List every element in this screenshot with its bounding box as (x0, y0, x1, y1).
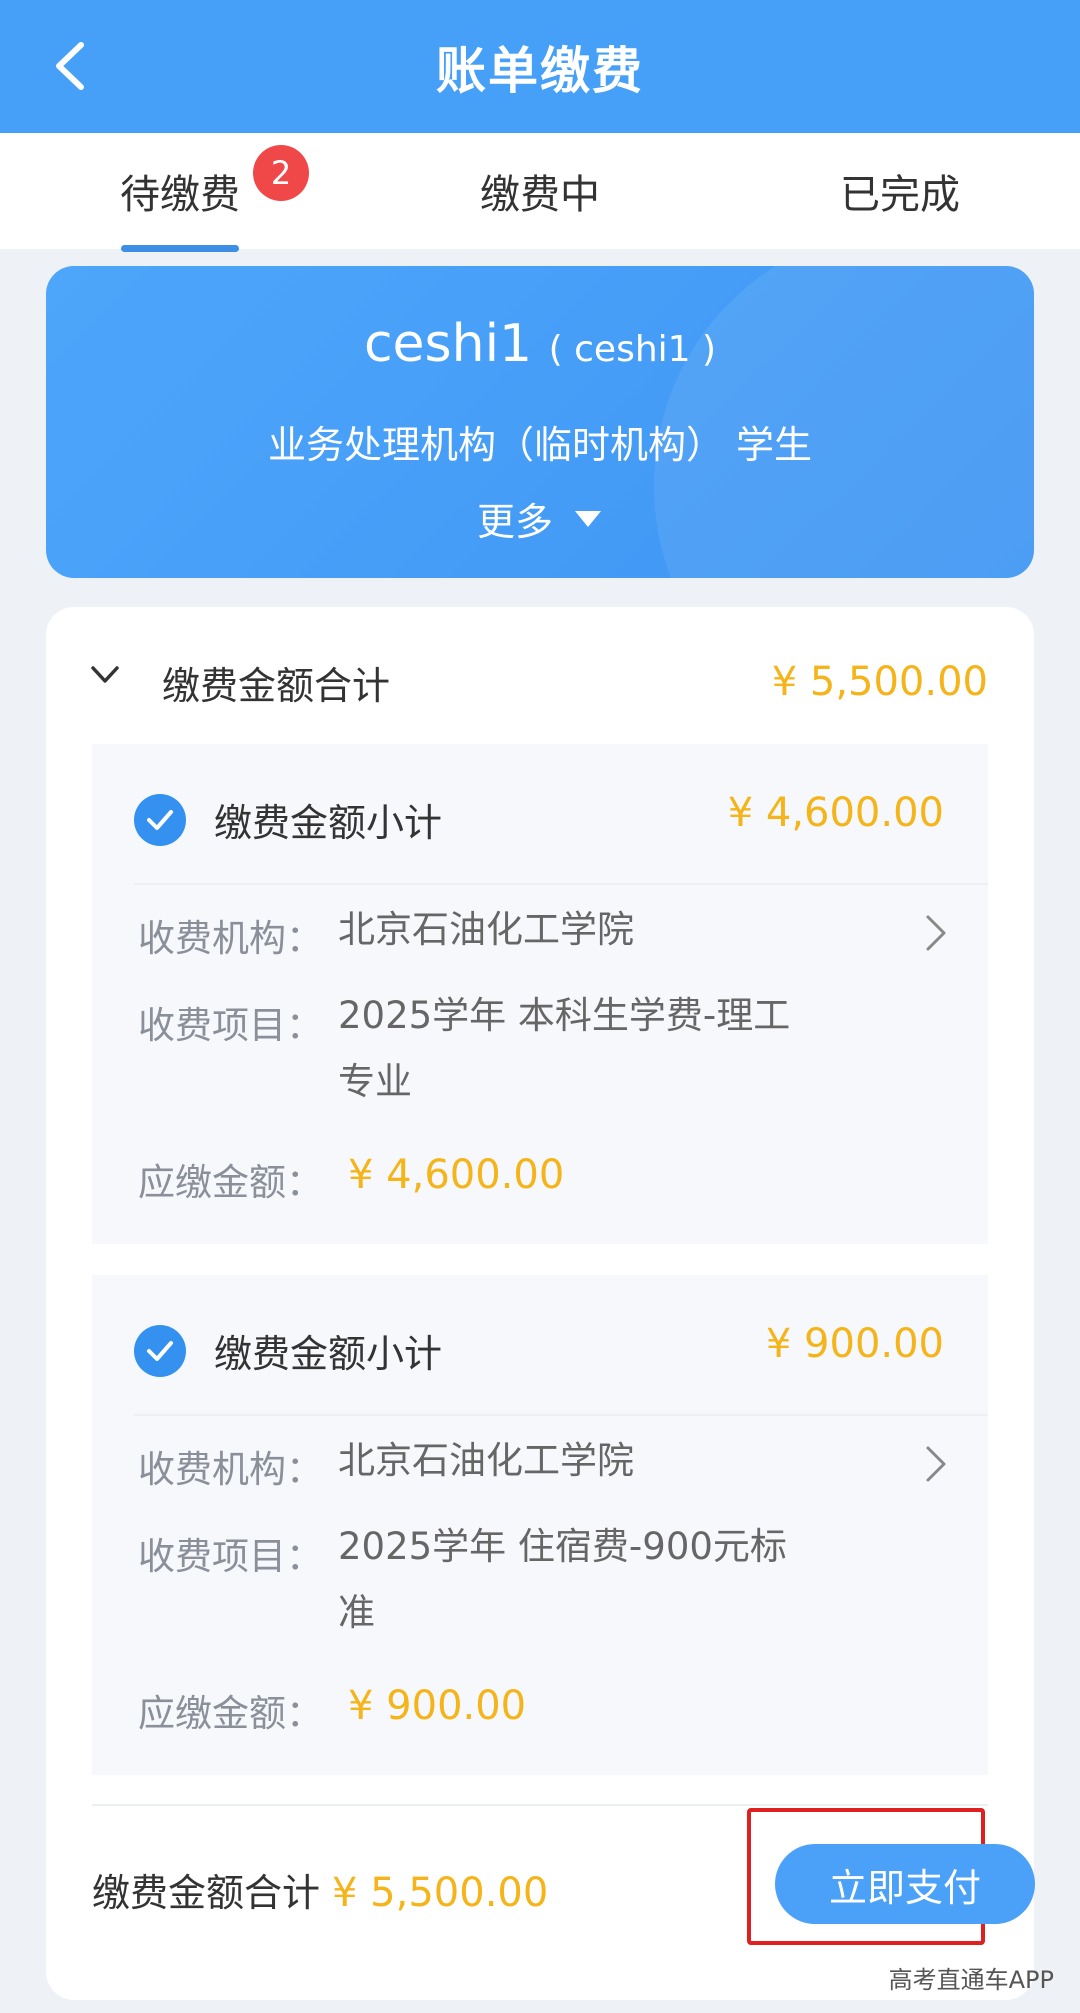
watermark: 高考直通车APP (888, 1966, 1054, 1994)
item-checkbox[interactable] (134, 794, 186, 846)
project-row: 收费项目： 2025学年 本科生学费-理工专业 (138, 981, 988, 1121)
check-icon (147, 810, 173, 830)
user-account: ( ceshi1 ) (548, 329, 717, 370)
subtotal-amount: ¥ 4,600.00 (727, 790, 944, 836)
project-value: 2025学年 住宿费-900元标准 (338, 1525, 787, 1634)
bill-panel: 缴费金额合计 ¥ 5,500.00 缴费金额小计 ¥ 4,600.00 收费机构… (46, 607, 1035, 2000)
org-row[interactable]: 收费机构： 北京石油化工学院 (138, 908, 988, 974)
divider (134, 1414, 988, 1416)
user-name: ceshi1 (363, 314, 533, 374)
active-tab-indicator (121, 245, 239, 252)
more-toggle[interactable]: 更多 (46, 491, 1034, 546)
tab-label: 已完成 (840, 172, 960, 218)
org-label: 收费机构： (138, 1448, 323, 1491)
due-amount: ¥ 900.00 (348, 1683, 527, 1729)
total-amount: ¥ 5,500.00 (771, 659, 988, 705)
org-label: 收费机构： (138, 917, 323, 960)
org-value: 北京石油化工学院 (338, 908, 634, 951)
org-value: 北京石油化工学院 (338, 1439, 634, 1482)
bill-item: 缴费金额小计 ¥ 4,600.00 收费机构： 北京石油化工学院 收费项目： 2… (92, 744, 988, 1244)
tab-completed[interactable]: 已完成 (800, 133, 1000, 249)
tab-pending[interactable]: 待缴费 (100, 133, 260, 249)
tab-label: 缴费中 (480, 172, 600, 218)
footer-divider (92, 1804, 988, 1806)
project-label: 收费项目： (138, 1004, 323, 1047)
due-amount: ¥ 4,600.00 (348, 1152, 565, 1198)
page-title: 账单缴费 (436, 41, 644, 100)
subtotal-label: 缴费金额小计 (214, 801, 443, 845)
divider (134, 883, 988, 885)
due-row: 应缴金额： ¥ 4,600.00 (138, 1152, 988, 1204)
more-label: 更多 (476, 500, 553, 544)
footer-total-label: 缴费金额合计 (92, 1871, 321, 1915)
due-row: 应缴金额： ¥ 900.00 (138, 1683, 988, 1735)
org-row[interactable]: 收费机构： 北京石油化工学院 (138, 1439, 988, 1505)
item-checkbox[interactable] (134, 1325, 186, 1377)
subtotal-label: 缴费金额小计 (214, 1332, 443, 1376)
total-label: 缴费金额合计 (162, 663, 391, 708)
chevron-down-icon (91, 666, 119, 683)
chevron-right-icon (926, 915, 946, 951)
bill-item-header: 缴费金额小计 ¥ 900.00 (92, 1275, 988, 1416)
top-bar: 账单缴费 (0, 0, 1080, 133)
project-label: 收费项目： (138, 1535, 323, 1578)
tab-processing[interactable]: 缴费中 (440, 133, 640, 249)
user-name-line: ceshi1 ( ceshi1 ) (46, 314, 1034, 374)
total-summary-row[interactable]: 缴费金额合计 ¥ 5,500.00 (46, 647, 1034, 717)
pending-count-badge: 2 (253, 145, 309, 201)
bill-item: 缴费金额小计 ¥ 900.00 收费机构： 北京石油化工学院 收费项目： 202… (92, 1275, 988, 1775)
project-value: 2025学年 本科生学费-理工专业 (338, 994, 791, 1103)
tab-label: 待缴费 (120, 172, 240, 218)
pay-now-button[interactable]: 立即支付 (775, 1844, 1035, 1924)
footer-total-amount: ¥ 5,500.00 (332, 1870, 549, 1916)
footer-total: 缴费金额合计 ¥ 5,500.00 (92, 1862, 548, 1917)
bill-item-header: 缴费金额小计 ¥ 4,600.00 (92, 744, 988, 885)
subtotal-amount: ¥ 900.00 (765, 1321, 944, 1367)
tab-bar: 待缴费 缴费中 已完成 (0, 133, 1080, 252)
user-info-card: ceshi1 ( ceshi1 ) 业务处理机构（临时机构） 学生 更多 (46, 266, 1034, 578)
chevron-right-icon (926, 1446, 946, 1482)
check-icon (147, 1341, 173, 1361)
user-org: 业务处理机构（临时机构） 学生 (267, 423, 813, 467)
project-row: 收费项目： 2025学年 住宿费-900元标准 (138, 1512, 988, 1652)
chevron-left-icon (56, 42, 84, 90)
due-label: 应缴金额： (138, 1692, 323, 1735)
back-button[interactable] (40, 34, 100, 98)
caret-down-icon (575, 510, 601, 527)
due-label: 应缴金额： (138, 1161, 323, 1204)
